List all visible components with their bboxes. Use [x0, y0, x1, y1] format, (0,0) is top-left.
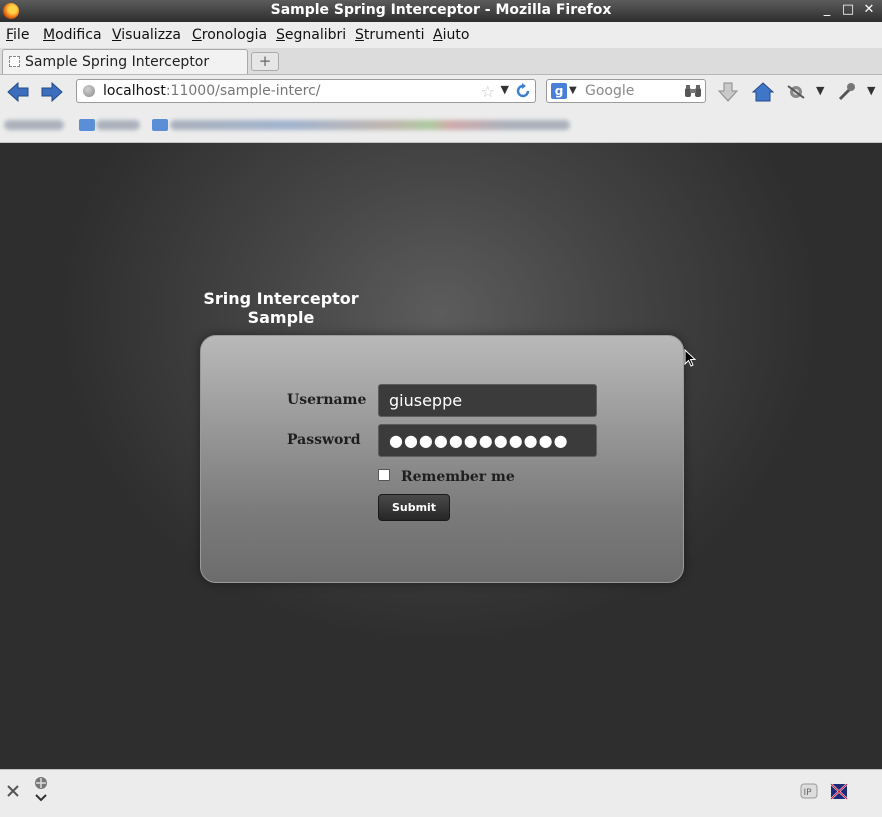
- search-input[interactable]: Google: [585, 83, 634, 99]
- tab-label: Sample Spring Interceptor: [25, 54, 210, 70]
- bookmark-blurred[interactable]: [96, 120, 140, 130]
- tab-sample-spring-interceptor[interactable]: Sample Spring Interceptor: [2, 49, 248, 74]
- developer-tool-dropdown-icon[interactable]: ▼: [867, 84, 875, 97]
- page-title: Sring Interceptor Sample: [203, 289, 359, 327]
- menu-bar: File Modifica Visualizza Cronologia Segn…: [0, 22, 882, 48]
- binoculars-search-icon[interactable]: [684, 83, 702, 99]
- close-window-button[interactable]: ✕: [861, 2, 877, 18]
- maximize-button[interactable]: □: [840, 2, 856, 18]
- password-input[interactable]: ●●●●●●●●●●●●: [378, 424, 597, 457]
- addon-tool-icon[interactable]: [786, 82, 808, 102]
- window-title: Sample Spring Interceptor - Mozilla Fire…: [270, 2, 612, 18]
- bookmarks-toolbar: [0, 109, 882, 143]
- site-identity-globe-icon[interactable]: [83, 85, 95, 97]
- navigation-toolbar: localhost:11000/sample-interc/ ☆ ▼ g ▼ G…: [0, 75, 882, 109]
- star-icon[interactable]: ☆: [481, 82, 495, 101]
- menu-aiuto[interactable]: Aiuto: [433, 27, 469, 43]
- menu-strumenti[interactable]: Strumenti: [355, 27, 425, 43]
- tab-bar: Sample Spring Interceptor +: [0, 48, 882, 75]
- search-bar[interactable]: g ▼ Google: [546, 79, 706, 103]
- addon-tool-dropdown-icon[interactable]: ▼: [816, 84, 824, 97]
- back-arrow-icon[interactable]: [6, 81, 30, 103]
- username-input[interactable]: giuseppe: [378, 384, 597, 417]
- flag-icon[interactable]: [830, 783, 848, 800]
- download-arrow-icon[interactable]: [717, 82, 739, 102]
- page-favicon-icon: [9, 56, 20, 67]
- menu-visualizza[interactable]: Visualizza: [112, 27, 181, 43]
- google-search-engine-icon[interactable]: g: [551, 83, 567, 99]
- url-bar[interactable]: localhost:11000/sample-interc/ ☆ ▼: [76, 79, 536, 103]
- url-text[interactable]: localhost:11000/sample-interc/: [103, 83, 321, 99]
- developer-tool-icon[interactable]: [836, 82, 858, 102]
- new-tab-button[interactable]: +: [251, 52, 279, 71]
- window-title-bar: Sample Spring Interceptor - Mozilla Fire…: [0, 0, 882, 22]
- menu-cronologia[interactable]: Cronologia: [192, 27, 267, 43]
- ip-address-icon[interactable]: IP: [800, 783, 818, 799]
- menu-file[interactable]: File: [6, 27, 29, 43]
- minimize-button[interactable]: _: [819, 2, 835, 18]
- reload-icon[interactable]: [515, 83, 531, 99]
- search-engine-dropdown-icon[interactable]: ▼: [569, 85, 577, 96]
- bookmark-blurred[interactable]: [170, 120, 570, 130]
- menu-segnalibri[interactable]: Segnalibri: [276, 27, 346, 43]
- menu-modifica[interactable]: Modifica: [43, 27, 102, 43]
- forward-arrow-icon[interactable]: [40, 81, 64, 103]
- bookmark-folder-icon[interactable]: [79, 119, 95, 131]
- bookmark-blurred[interactable]: [4, 120, 64, 130]
- login-form-panel: Username giuseppe Password ●●●●●●●●●●●● …: [200, 335, 684, 583]
- status-bar: IP: [0, 769, 882, 817]
- remember-me-label[interactable]: Remember me: [401, 469, 515, 485]
- username-label: Username: [287, 392, 367, 408]
- svg-text:IP: IP: [804, 788, 813, 798]
- mouse-cursor-icon: [684, 349, 696, 367]
- remember-me-checkbox[interactable]: [378, 469, 390, 481]
- close-icon[interactable]: [6, 784, 20, 798]
- home-icon[interactable]: [752, 82, 774, 102]
- page-content: Sring Interceptor Sample Username giusep…: [0, 143, 882, 769]
- url-history-dropdown-icon[interactable]: ▼: [501, 83, 509, 96]
- bookmark-folder-icon[interactable]: [152, 119, 168, 131]
- password-label: Password: [287, 432, 361, 448]
- addon-bar-icon[interactable]: [31, 775, 51, 805]
- submit-button[interactable]: Submit: [378, 494, 450, 521]
